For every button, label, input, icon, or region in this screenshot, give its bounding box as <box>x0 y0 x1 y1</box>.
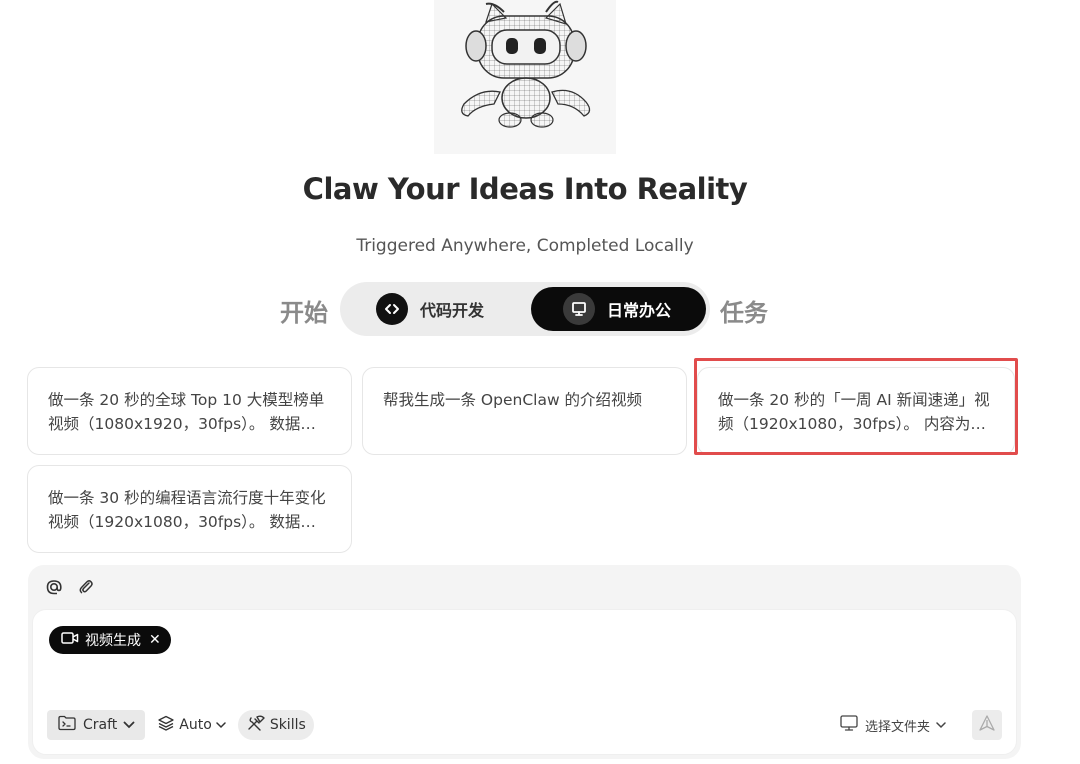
mode-toggle: 代码开发 日常办公 <box>340 282 710 336</box>
mode-option-office[interactable]: 日常办公 <box>531 287 706 331</box>
chip-label: 视频生成 <box>85 633 141 649</box>
tools-icon <box>246 714 266 736</box>
skills-button[interactable]: Skills <box>237 710 314 740</box>
mode-suffix-label: 任务 <box>720 299 768 327</box>
suggestion-text: 帮我生成一条 OpenClaw 的介绍视频 <box>383 391 643 409</box>
mode-option-office-label: 日常办公 <box>607 301 672 320</box>
suggestion-card[interactable]: 做一条 20 秒的全球 Top 10 大模型榜单视频（1080x1920，30f… <box>27 367 352 455</box>
suggestion-text: 做一条 30 秒的编程语言流行度十年变化视频（1920x1080，30fps）。… <box>48 489 326 531</box>
chip-close-icon[interactable]: ✕ <box>149 632 161 648</box>
skills-label: Skills <box>269 717 306 733</box>
suggestion-text: 做一条 20 秒的「一周 AI 新闻速递」视频（1920x1080，30fps）… <box>718 391 990 433</box>
auto-model-button[interactable]: Auto <box>157 710 226 740</box>
composer-right-controls: 选择文件夹 <box>839 710 1002 740</box>
mascot-image <box>434 0 616 154</box>
code-icon <box>376 293 408 325</box>
terminal-icon <box>57 715 77 735</box>
monitor-icon <box>839 714 859 736</box>
prompt-input[interactable] <box>49 662 979 702</box>
send-icon <box>978 714 996 736</box>
mode-selector-row: 开始 代码开发 日常办公 任务 <box>0 282 1050 336</box>
chevron-down-icon <box>936 718 946 733</box>
video-generation-chip[interactable]: 视频生成 ✕ <box>49 626 171 654</box>
mode-option-code[interactable]: 代码开发 <box>370 287 530 331</box>
composer-toolbar <box>44 575 96 599</box>
mode-option-code-label: 代码开发 <box>420 301 485 320</box>
mode-prefix-label: 开始 <box>280 299 328 327</box>
suggestion-card[interactable]: 做一条 30 秒的编程语言流行度十年变化视频（1920x1080，30fps）。… <box>27 465 352 553</box>
chevron-down-icon <box>216 717 226 733</box>
folder-select-label: 选择文件夹 <box>864 719 930 735</box>
suggestion-card[interactable]: 做一条 20 秒的「一周 AI 新闻速递」视频（1920x1080，30fps）… <box>697 367 1015 455</box>
composer-bottom-bar: Craft Auto Skills <box>47 710 314 740</box>
craft-mode-button[interactable]: Craft <box>47 710 146 740</box>
folder-select[interactable]: 选择文件夹 <box>839 714 946 736</box>
craft-label: Craft <box>83 717 118 733</box>
suggestion-card[interactable]: 帮我生成一条 OpenClaw 的介绍视频 <box>362 367 687 455</box>
video-camera-icon <box>61 631 79 649</box>
page-subtitle: Triggered Anywhere, Completed Locally <box>356 236 694 256</box>
auto-label: Auto <box>179 717 212 733</box>
layers-icon <box>157 714 175 736</box>
paperclip-icon[interactable] <box>76 577 96 597</box>
chevron-down-icon <box>123 717 135 733</box>
page-title: Claw Your Ideas Into Reality <box>302 172 748 206</box>
send-button[interactable] <box>972 710 1002 740</box>
composer: 视频生成 ✕ Craft Auto Skills 选择文件夹 <box>28 565 1021 759</box>
at-icon[interactable] <box>44 577 64 597</box>
presentation-icon <box>563 293 595 325</box>
composer-input-area: 视频生成 ✕ Craft Auto Skills 选择文件夹 <box>32 609 1017 755</box>
suggestion-text: 做一条 20 秒的全球 Top 10 大模型榜单视频（1080x1920，30f… <box>48 391 325 433</box>
